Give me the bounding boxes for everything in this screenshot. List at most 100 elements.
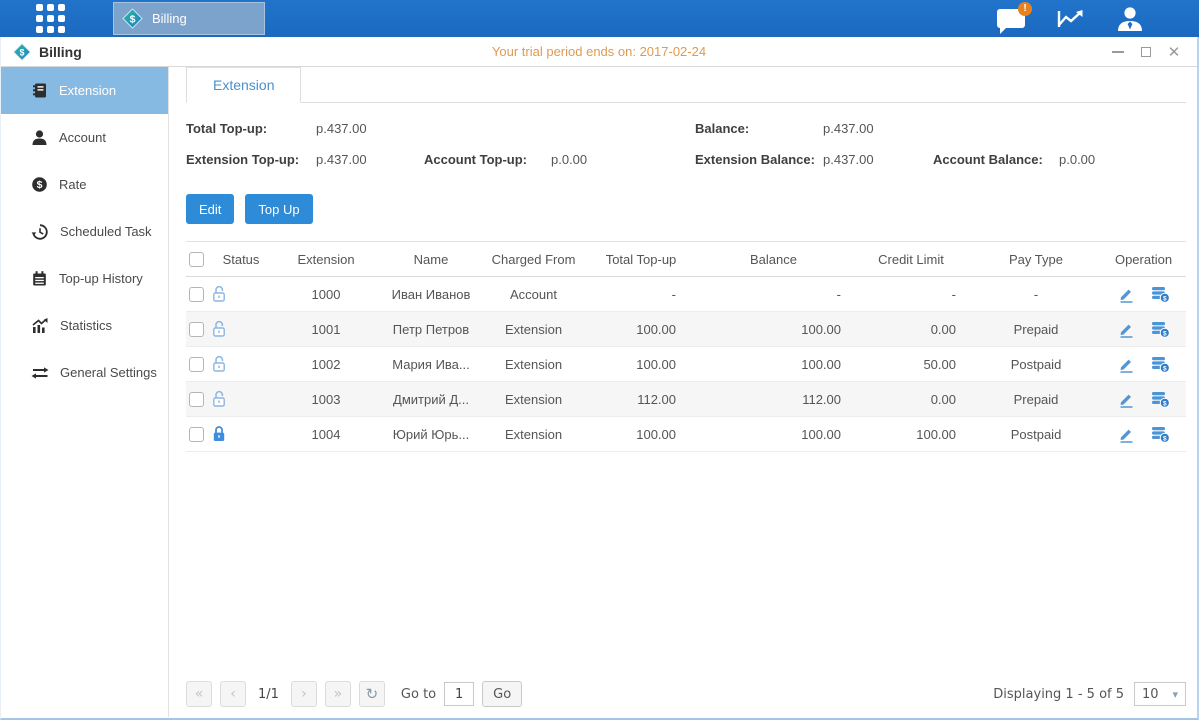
refresh-icon[interactable]: ↻ <box>359 681 385 707</box>
table-header-row: Status Extension Name Charged From Total… <box>186 241 1186 277</box>
edit-pencil-icon[interactable] <box>1118 286 1135 303</box>
cell-total-topup: 100.00 <box>586 357 696 372</box>
svg-text:$: $ <box>130 13 136 25</box>
account-balance-label: Account Balance: <box>933 152 1043 167</box>
sidebar-item-statistics[interactable]: Statistics <box>1 302 168 349</box>
cell-name: Мария Ива... <box>381 357 481 372</box>
maximize-button[interactable] <box>1139 45 1153 59</box>
sidebar: Extension Account $ Rate <box>1 67 169 717</box>
row-checkbox[interactable] <box>189 392 204 407</box>
cell-pay-type: Prepaid <box>971 322 1101 337</box>
goto-page-input[interactable] <box>444 682 474 706</box>
cell-charged-from: Extension <box>481 392 586 407</box>
minimize-button[interactable] <box>1111 45 1125 59</box>
extensions-table: Status Extension Name Charged From Total… <box>186 241 1186 452</box>
next-page-button[interactable]: › <box>291 681 317 707</box>
col-balance: Balance <box>696 252 851 267</box>
col-total-topup: Total Top-up <box>586 252 696 267</box>
sidebar-item-scheduled-task[interactable]: Scheduled Task <box>1 208 168 255</box>
col-charged-from: Charged From <box>481 252 586 267</box>
taskbar-billing-tab[interactable]: $ Billing <box>113 2 265 35</box>
extension-balance-label: Extension Balance: <box>695 152 815 167</box>
window-title: Billing <box>39 44 82 60</box>
cell-pay-type: Postpaid <box>971 427 1101 442</box>
account-topup-value: p.0.00 <box>551 152 587 167</box>
page-size-select[interactable]: 10 ▾ <box>1134 682 1186 706</box>
statistics-monitor-icon[interactable] <box>1055 6 1085 32</box>
billing-summary: Total Top-up: p.437.00 Balance: p.437.00… <box>186 105 1186 181</box>
topup-coins-icon[interactable]: $ <box>1151 321 1170 338</box>
extension-topup-label: Extension Top-up: <box>186 152 299 167</box>
cell-credit-limit: 50.00 <box>851 357 971 372</box>
cell-balance: 100.00 <box>696 322 851 337</box>
topup-coins-icon[interactable]: $ <box>1151 356 1170 373</box>
cell-pay-type: Postpaid <box>971 357 1101 372</box>
cell-balance: 100.00 <box>696 427 851 442</box>
status-lock-icon <box>211 320 271 338</box>
goto-label: Go to <box>401 687 436 702</box>
edit-pencil-icon[interactable] <box>1118 391 1135 408</box>
notifications-icon[interactable]: ! <box>997 9 1025 28</box>
cell-extension: 1004 <box>271 427 381 442</box>
row-checkbox[interactable] <box>189 357 204 372</box>
sidebar-item-rate[interactable]: $ Rate <box>1 161 168 208</box>
topup-coins-icon[interactable]: $ <box>1151 391 1170 408</box>
cell-name: Петр Петров <box>381 322 481 337</box>
status-lock-icon <box>211 355 271 373</box>
sidebar-item-label: Top-up History <box>59 271 143 286</box>
balance-label: Balance: <box>695 121 749 136</box>
scheduled-task-clock-icon <box>31 223 49 241</box>
user-account-icon[interactable] <box>1115 5 1145 33</box>
pagination-bar: « ‹ 1/1 › » ↻ Go to Go Displaying 1 - 5 … <box>186 681 1186 707</box>
cell-credit-limit: 0.00 <box>851 392 971 407</box>
sidebar-item-label: General Settings <box>60 365 157 380</box>
cell-name: Иван Иванов <box>381 287 481 302</box>
account-balance-value: p.0.00 <box>1059 152 1095 167</box>
cell-balance: 112.00 <box>696 392 851 407</box>
cell-extension: 1003 <box>271 392 381 407</box>
sidebar-item-account[interactable]: Account <box>1 114 168 161</box>
edit-button[interactable]: Edit <box>186 194 234 224</box>
status-lock-icon <box>211 425 271 443</box>
cell-charged-from: Extension <box>481 322 586 337</box>
sidebar-item-extension[interactable]: Extension <box>1 67 168 114</box>
extension-topup-value: p.437.00 <box>316 152 367 167</box>
table-row: 1000 Иван Иванов Account - - - - $ <box>186 277 1186 312</box>
select-all-checkbox[interactable] <box>189 252 204 267</box>
balance-value: p.437.00 <box>823 121 874 136</box>
cell-pay-type: - <box>971 287 1101 302</box>
row-checkbox[interactable] <box>189 427 204 442</box>
topup-coins-icon[interactable]: $ <box>1151 286 1170 303</box>
extension-balance-value: p.437.00 <box>823 152 874 167</box>
sidebar-item-label: Account <box>59 130 106 145</box>
sidebar-item-label: Extension <box>59 83 116 98</box>
sidebar-item-general-settings[interactable]: General Settings <box>1 349 168 396</box>
chevron-down-icon: ▾ <box>1172 688 1178 701</box>
edit-pencil-icon[interactable] <box>1118 426 1135 443</box>
table-row: 1004 Юрий Юрь... Extension 100.00 100.00… <box>186 417 1186 452</box>
cell-extension: 1001 <box>271 322 381 337</box>
edit-pencil-icon[interactable] <box>1118 321 1135 338</box>
close-button[interactable]: ✕ <box>1167 45 1181 59</box>
col-credit-limit: Credit Limit <box>851 252 971 267</box>
first-page-button[interactable]: « <box>186 681 212 707</box>
account-person-icon <box>31 129 48 146</box>
prev-page-button[interactable]: ‹ <box>220 681 246 707</box>
total-topup-label: Total Top-up: <box>186 121 267 136</box>
tab-extension[interactable]: Extension <box>186 67 301 103</box>
svg-text:$: $ <box>1162 330 1166 337</box>
topup-coins-icon[interactable]: $ <box>1151 426 1170 443</box>
edit-pencil-icon[interactable] <box>1118 356 1135 373</box>
top-up-button[interactable]: Top Up <box>245 194 312 224</box>
displaying-text: Displaying 1 - 5 of 5 <box>993 687 1124 702</box>
last-page-button[interactable]: » <box>325 681 351 707</box>
svg-text:$: $ <box>1162 435 1166 442</box>
svg-text:$: $ <box>37 179 43 191</box>
row-checkbox[interactable] <box>189 322 204 337</box>
row-checkbox[interactable] <box>189 287 204 302</box>
system-taskbar: $ Billing ! <box>0 0 1199 37</box>
go-button[interactable]: Go <box>482 681 522 707</box>
main-content: Extension Total Top-up: p.437.00 Balance… <box>169 67 1199 717</box>
sidebar-item-topup-history[interactable]: Top-up History <box>1 255 168 302</box>
app-grid-icon[interactable] <box>36 4 65 33</box>
